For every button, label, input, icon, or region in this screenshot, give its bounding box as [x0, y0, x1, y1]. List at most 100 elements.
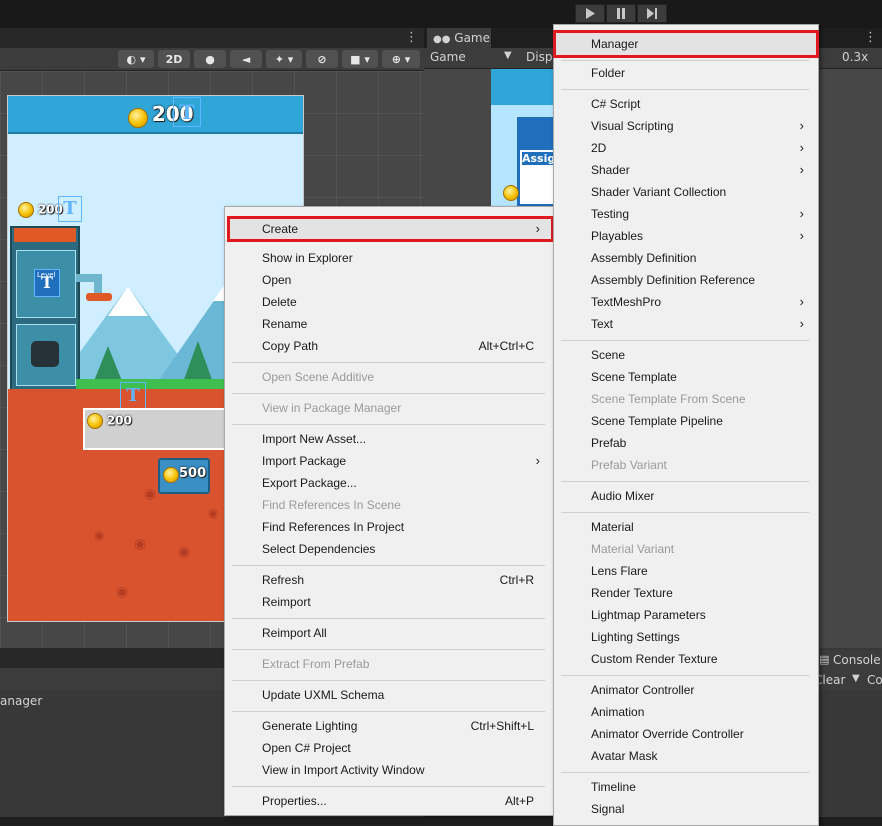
menu-item-copy-path[interactable]: Copy Path Alt+Ctrl+C: [225, 335, 554, 357]
menu-item-refresh[interactable]: Refresh Ctrl+R: [225, 569, 554, 591]
visibility-toggle[interactable]: ⊘: [306, 50, 338, 68]
more-menu-icon[interactable]: ⋮: [405, 30, 418, 45]
effects-toggle[interactable]: ✦ ▾: [266, 50, 302, 68]
menu-item-scene-template[interactable]: Scene Template: [554, 366, 818, 388]
menu-item-label: Update UXML Schema: [262, 688, 385, 702]
menu-item-lightmap-parameters[interactable]: Lightmap Parameters: [554, 604, 818, 626]
menu-item-rename[interactable]: Rename: [225, 313, 554, 335]
play-button[interactable]: [575, 4, 605, 23]
collapse-button[interactable]: Co: [867, 673, 882, 687]
menu-item-label: Scene Template Pipeline: [591, 414, 723, 428]
context-menu: Create › Show in Explorer Open Delete Rename C…: [224, 206, 555, 816]
audio-toggle[interactable]: ◄: [230, 50, 262, 68]
menu-item-material[interactable]: Material: [554, 516, 818, 538]
menu-item-render-texture[interactable]: Render Texture: [554, 582, 818, 604]
gamepad-icon: ●●: [433, 34, 451, 45]
menu-item-show-in-explorer[interactable]: Show in Explorer: [225, 247, 554, 269]
menu-item-label: Lens Flare: [591, 564, 648, 578]
menu-item-reimport[interactable]: Reimport: [225, 591, 554, 613]
menu-item-visual-scripting[interactable]: Visual Scripting ›: [554, 115, 818, 137]
menu-item-folder[interactable]: Folder: [554, 62, 818, 84]
menu-item-animation[interactable]: Animation: [554, 701, 818, 723]
menu-item-create[interactable]: Create ›: [227, 216, 554, 242]
menu-separator: [561, 772, 809, 773]
menu-item-prefab[interactable]: Prefab: [554, 432, 818, 454]
menu-item-view-in-import-activity-window[interactable]: View in Import Activity Window: [225, 759, 554, 781]
menu-separator: [561, 60, 809, 61]
menu-item-scene[interactable]: Scene: [554, 344, 818, 366]
menu-item-view-in-package-manager: View in Package Manager: [225, 397, 554, 419]
menu-item-2d[interactable]: 2D ›: [554, 137, 818, 159]
menu-item-animator-override-controller[interactable]: Animator Override Controller: [554, 723, 818, 745]
2d-toggle[interactable]: 2D: [158, 50, 190, 68]
menu-separator: [561, 89, 809, 90]
menu-item-text[interactable]: Text ›: [554, 313, 818, 335]
menu-item-animator-controller[interactable]: Animator Controller: [554, 679, 818, 701]
menu-item-label: Scene Template From Scene: [591, 392, 746, 406]
menu-item-update-uxml-schema[interactable]: Update UXML Schema: [225, 684, 554, 706]
draw-mode-button[interactable]: ◐ ▾: [118, 50, 154, 68]
rock-decoration: ◉: [208, 506, 219, 520]
tab-game[interactable]: ●● Game: [427, 28, 491, 48]
pause-button[interactable]: [606, 4, 636, 23]
menu-item-import-package[interactable]: Import Package ›: [225, 450, 554, 472]
menu-item-generate-lighting[interactable]: Generate Lighting Ctrl+Shift+L: [225, 715, 554, 737]
step-button[interactable]: [637, 4, 667, 23]
gizmos-button[interactable]: ⊕ ▾: [382, 50, 420, 68]
display-dropdown[interactable]: Disp: [526, 50, 552, 64]
coin-icon: [87, 413, 103, 429]
menu-item-playables[interactable]: Playables ›: [554, 225, 818, 247]
menu-item-manager[interactable]: Manager: [553, 30, 819, 58]
menu-item-timeline[interactable]: Timeline: [554, 776, 818, 798]
level-label: Level: [37, 271, 56, 279]
menu-item-shader[interactable]: Shader ›: [554, 159, 818, 181]
menu-item-open-c-project[interactable]: Open C# Project: [225, 737, 554, 759]
menu-item-open[interactable]: Open: [225, 269, 554, 291]
menu-item-lighting-settings[interactable]: Lighting Settings: [554, 626, 818, 648]
menu-item-find-references-in-project[interactable]: Find References In Project: [225, 516, 554, 538]
menu-item-delete[interactable]: Delete: [225, 291, 554, 313]
assign-label: Assig: [522, 152, 556, 165]
menu-item-scene-template-pipeline[interactable]: Scene Template Pipeline: [554, 410, 818, 432]
menu-item-label: Find References In Project: [262, 520, 405, 534]
more-menu-icon[interactable]: ⋮: [864, 30, 877, 45]
menu-item-label: Generate Lighting: [262, 719, 358, 733]
menu-item-lens-flare[interactable]: Lens Flare: [554, 560, 818, 582]
menu-item-label: Import New Asset...: [262, 432, 367, 446]
menu-item-assembly-definition[interactable]: Assembly Definition: [554, 247, 818, 269]
play-icon: [586, 8, 595, 19]
menu-item-label: Create: [262, 222, 299, 236]
menu-item-custom-render-texture[interactable]: Custom Render Texture: [554, 648, 818, 670]
effects-icon: ✦ ▾: [274, 52, 294, 66]
menu-item-import-new-asset[interactable]: Import New Asset...: [225, 428, 554, 450]
menu-item-export-package[interactable]: Export Package...: [225, 472, 554, 494]
menu-item-select-dependencies[interactable]: Select Dependencies: [225, 538, 554, 560]
menu-item-label: Shader Variant Collection: [591, 185, 727, 199]
text-gizmo-icon: T: [173, 97, 201, 127]
menu-item-prefab-variant: Prefab Variant: [554, 454, 818, 476]
menu-item-audio-mixer[interactable]: Audio Mixer: [554, 485, 818, 507]
menu-item-testing[interactable]: Testing ›: [554, 203, 818, 225]
menu-item-properties[interactable]: Properties... Alt+P: [225, 790, 554, 812]
menu-item-label: Open C# Project: [262, 741, 351, 755]
menu-item-assembly-definition-reference[interactable]: Assembly Definition Reference: [554, 269, 818, 291]
lighting-toggle[interactable]: ●: [194, 50, 226, 68]
shortcut-label: Alt+P: [504, 794, 534, 808]
menu-item-find-references-in-scene: Find References In Scene: [225, 494, 554, 516]
menu-item-label: Text: [591, 317, 614, 331]
camera-button[interactable]: ■ ▾: [342, 50, 378, 68]
menu-item-label: Rename: [262, 317, 308, 331]
game-display-dropdown[interactable]: Game: [430, 50, 466, 64]
menu-item-label: Export Package...: [262, 476, 357, 490]
menu-item-avatar-mask[interactable]: Avatar Mask: [554, 745, 818, 767]
menu-item-c-script[interactable]: C# Script: [554, 93, 818, 115]
tab-console[interactable]: ▤ Console: [817, 650, 882, 670]
menu-item-textmeshpro[interactable]: TextMeshPro ›: [554, 291, 818, 313]
tower-cap: [14, 228, 76, 242]
coin-icon: [163, 467, 179, 483]
chevron-down-icon[interactable]: ▼: [852, 673, 860, 684]
menu-item-reimport-all[interactable]: Reimport All: [225, 622, 554, 644]
menu-item-label: Properties...: [262, 794, 327, 808]
menu-item-shader-variant-collection[interactable]: Shader Variant Collection: [554, 181, 818, 203]
menu-item-label: View in Package Manager: [262, 401, 402, 415]
